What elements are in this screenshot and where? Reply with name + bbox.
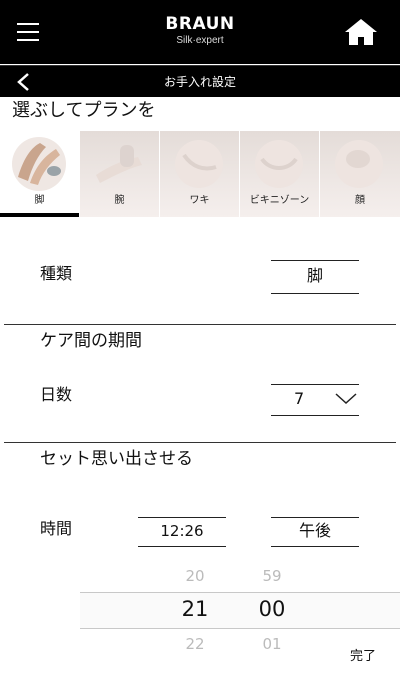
underarm-icon — [175, 140, 223, 188]
days-label: 日数 — [40, 385, 73, 404]
tab-underarm[interactable]: ワキ — [160, 131, 239, 217]
brand-logo: BRAUN Silk·expert — [150, 14, 250, 48]
type-label: 種類 — [40, 264, 73, 283]
back-arrow-icon[interactable] — [14, 72, 34, 92]
tab-label-underarm: ワキ — [189, 195, 210, 206]
face-icon — [335, 140, 383, 188]
days-value: 7 — [294, 389, 305, 408]
reminder-section-title: セット思い出させる — [40, 449, 193, 469]
tab-arm[interactable]: 腕 — [80, 131, 159, 217]
time-field[interactable]: 12:26 — [138, 517, 226, 547]
arm-icon — [96, 145, 142, 183]
plan-section-title: 選ぶしてプランを — [12, 100, 156, 121]
body-area-tabs: 脚 腕 ワキ ビキニゾーン 顔 — [0, 131, 400, 217]
brand-subtitle: Silk·expert — [176, 35, 224, 46]
picker-selection-band — [80, 592, 400, 629]
home-icon[interactable] — [344, 18, 378, 46]
time-picker[interactable]: 20 21 22 59 00 01 — [80, 565, 400, 655]
type-value[interactable]: 脚 — [271, 260, 359, 294]
minute-option[interactable]: 59 — [242, 567, 302, 585]
tab-label-face: 顔 — [355, 195, 365, 206]
minute-option[interactable]: 01 — [242, 635, 302, 653]
hamburger-menu-icon[interactable] — [17, 23, 39, 41]
top-bar: BRAUN Silk·expert — [0, 0, 400, 64]
brand-logo-text: BRAUN — [165, 14, 235, 34]
tab-label-arm: 腕 — [114, 195, 125, 206]
hour-option[interactable]: 20 — [165, 567, 225, 585]
tab-label-leg: 脚 — [34, 195, 45, 206]
divider — [4, 324, 396, 325]
bikini-icon — [255, 140, 303, 188]
leg-icon — [12, 137, 66, 191]
tab-label-bikini: ビキニゾーン — [249, 195, 310, 206]
tab-leg[interactable]: 脚 — [0, 131, 79, 217]
days-dropdown[interactable]: 7 — [271, 384, 359, 416]
page-title: お手入れ設定 — [163, 75, 236, 89]
interval-section-title: ケア間の期間 — [40, 331, 142, 351]
hour-selected[interactable]: 21 — [165, 597, 225, 621]
chevron-down-icon — [335, 393, 357, 405]
done-button[interactable]: 完了 — [350, 648, 376, 666]
hour-option[interactable]: 22 — [165, 635, 225, 653]
time-label: 時間 — [40, 519, 73, 538]
minute-selected[interactable]: 00 — [242, 597, 302, 621]
ampm-field[interactable]: 午後 — [271, 517, 359, 547]
sub-header: お手入れ設定 — [0, 65, 400, 97]
tab-bikini[interactable]: ビキニゾーン — [240, 131, 319, 217]
divider — [4, 442, 396, 443]
tab-face[interactable]: 顔 — [320, 131, 400, 217]
